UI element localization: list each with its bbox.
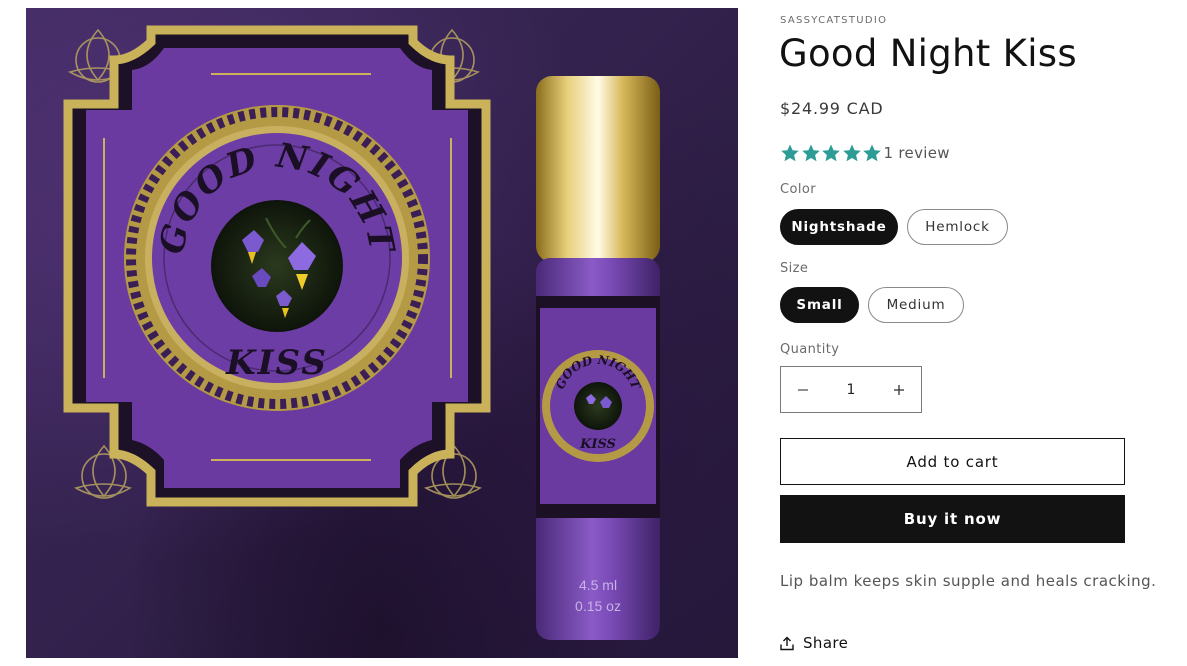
- quantity-label: Quantity: [780, 342, 840, 357]
- add-to-cart-button[interactable]: Add to cart: [780, 438, 1125, 485]
- quantity-decrease-button[interactable]: [781, 367, 825, 412]
- product-illustration: GOOD NIGHT KISS GOOD NIGHT KISS 4.5 ml 0…: [63, 25, 660, 640]
- color-label: Color: [780, 182, 816, 197]
- size-label: Size: [780, 261, 809, 276]
- quantity-increase-button[interactable]: [877, 367, 921, 412]
- star-icon: [801, 144, 820, 162]
- color-option-nightshade[interactable]: Nightshade: [780, 209, 898, 245]
- star-icon: [822, 144, 840, 162]
- size-option-small[interactable]: Small: [780, 287, 859, 323]
- share-label: Share: [803, 634, 849, 652]
- minus-icon: [798, 388, 808, 391]
- bottle-volume-ml: 4.5 ml: [579, 577, 617, 593]
- quantity-stepper: 1: [780, 366, 922, 413]
- product-description: Lip balm keeps skin supple and heals cra…: [780, 572, 1157, 590]
- product-rating[interactable]: 1 review: [780, 143, 950, 163]
- quantity-input[interactable]: 1: [825, 382, 877, 398]
- rating-stars: [780, 143, 883, 163]
- bottle-volume-oz: 0.15 oz: [575, 598, 621, 614]
- product-title: Good Night Kiss: [779, 32, 1077, 75]
- roller-bottle: GOOD NIGHT KISS 4.5 ml 0.15 oz: [536, 76, 660, 640]
- product-price: $24.99 CAD: [780, 99, 884, 118]
- review-count[interactable]: 1 review: [884, 144, 950, 162]
- star-icon: [863, 144, 881, 162]
- size-option-medium[interactable]: Medium: [868, 287, 964, 323]
- buy-now-button[interactable]: Buy it now: [780, 495, 1125, 543]
- product-image[interactable]: GOOD NIGHT KISS GOOD NIGHT KISS 4.5 ml 0…: [26, 8, 738, 658]
- star-icon: [781, 144, 799, 162]
- svg-text:KISS: KISS: [579, 437, 616, 452]
- label-title-bottom: KISS: [225, 343, 328, 383]
- star-icon: [842, 144, 861, 162]
- product-vendor: SASSYCATSTUDIO: [780, 15, 888, 26]
- plus-icon: [894, 384, 904, 395]
- share-icon: [780, 636, 794, 650]
- color-option-hemlock[interactable]: Hemlock: [907, 209, 1008, 245]
- share-button[interactable]: Share: [780, 634, 848, 652]
